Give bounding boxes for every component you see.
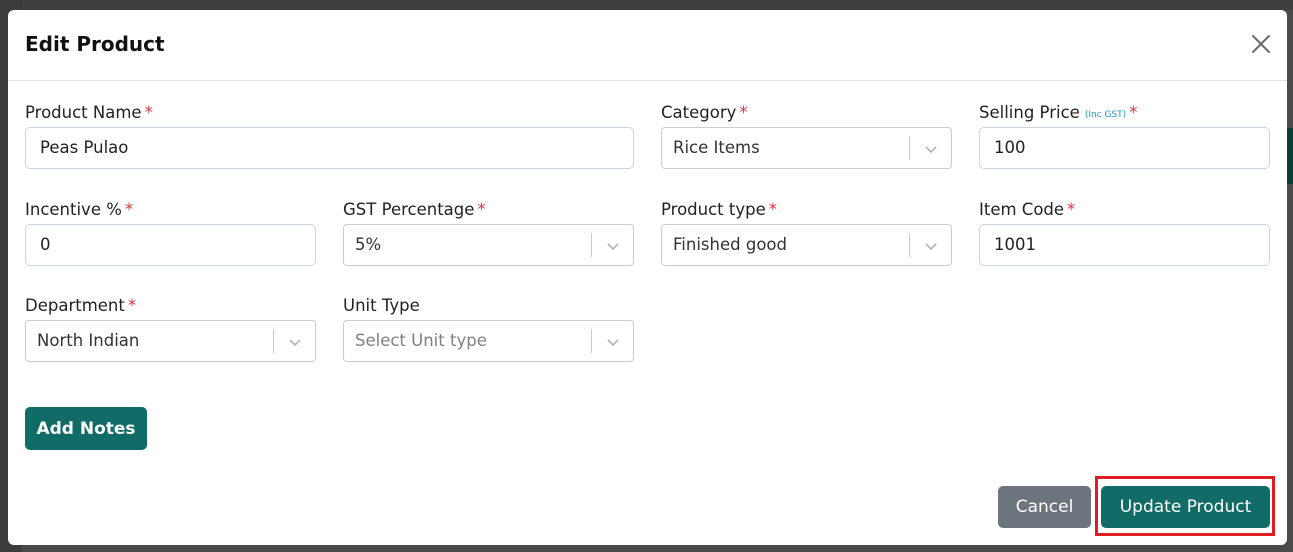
item-code-input[interactable]: 1001 xyxy=(979,224,1270,266)
modal-header: Edit Product xyxy=(8,10,1287,81)
gst-percentage-select[interactable]: 5% xyxy=(343,224,634,266)
select-separator xyxy=(909,233,910,257)
selling-price-label: Selling Price (Inc GST) * xyxy=(979,103,1138,122)
unit-type-label: Unit Type xyxy=(343,296,420,315)
backdrop-top xyxy=(0,0,1293,10)
unit-type-field: Unit Type Select Unit type xyxy=(343,296,634,362)
department-select[interactable]: North Indian xyxy=(25,320,316,362)
product-type-select-value: Finished good xyxy=(673,235,787,254)
category-select[interactable]: Rice Items xyxy=(661,127,952,169)
select-separator xyxy=(909,136,910,160)
chevron-down-icon[interactable] xyxy=(923,238,939,254)
chevron-down-icon[interactable] xyxy=(287,334,303,350)
category-select-value: Rice Items xyxy=(673,138,760,157)
chevron-down-icon[interactable] xyxy=(605,238,621,254)
select-separator xyxy=(273,329,274,353)
product-type-label: Product type * xyxy=(661,200,778,219)
edit-product-modal: Edit Product Product Name * Peas Pulao Ca… xyxy=(8,10,1287,545)
select-separator xyxy=(591,329,592,353)
category-field: Category * Rice Items xyxy=(661,103,952,169)
chevron-down-icon[interactable] xyxy=(605,334,621,350)
update-product-button[interactable]: Update Product xyxy=(1101,486,1270,528)
select-separator xyxy=(591,233,592,257)
selling-price-field: Selling Price (Inc GST) * 100 xyxy=(979,103,1270,169)
selling-price-input[interactable]: 100 xyxy=(979,127,1270,169)
add-notes-button[interactable]: Add Notes xyxy=(25,407,147,450)
gst-percentage-field: GST Percentage * 5% xyxy=(343,200,634,266)
item-code-field: Item Code * 1001 xyxy=(979,200,1270,266)
product-name-input[interactable]: Peas Pulao xyxy=(25,127,634,169)
cancel-button[interactable]: Cancel xyxy=(998,486,1091,528)
chevron-down-icon[interactable] xyxy=(923,141,939,157)
item-code-label: Item Code * xyxy=(979,200,1076,219)
gst-percentage-select-value: 5% xyxy=(355,235,382,254)
modal-title: Edit Product xyxy=(25,32,165,56)
product-type-field: Product type * Finished good xyxy=(661,200,952,266)
product-type-select[interactable]: Finished good xyxy=(661,224,952,266)
unit-type-placeholder: Select Unit type xyxy=(355,331,487,350)
product-name-label: Product Name * xyxy=(25,103,153,122)
incentive-field: Incentive % * 0 xyxy=(25,200,316,266)
incentive-input[interactable]: 0 xyxy=(25,224,316,266)
category-label: Category * xyxy=(661,103,748,122)
incentive-label: Incentive % * xyxy=(25,200,134,219)
close-icon[interactable] xyxy=(1249,32,1273,56)
department-label: Department * xyxy=(25,296,137,315)
product-name-field: Product Name * Peas Pulao xyxy=(25,103,634,169)
department-field: Department * North Indian xyxy=(25,296,316,362)
gst-percentage-label: GST Percentage * xyxy=(343,200,486,219)
department-select-value: North Indian xyxy=(37,331,140,350)
unit-type-select[interactable]: Select Unit type xyxy=(343,320,634,362)
